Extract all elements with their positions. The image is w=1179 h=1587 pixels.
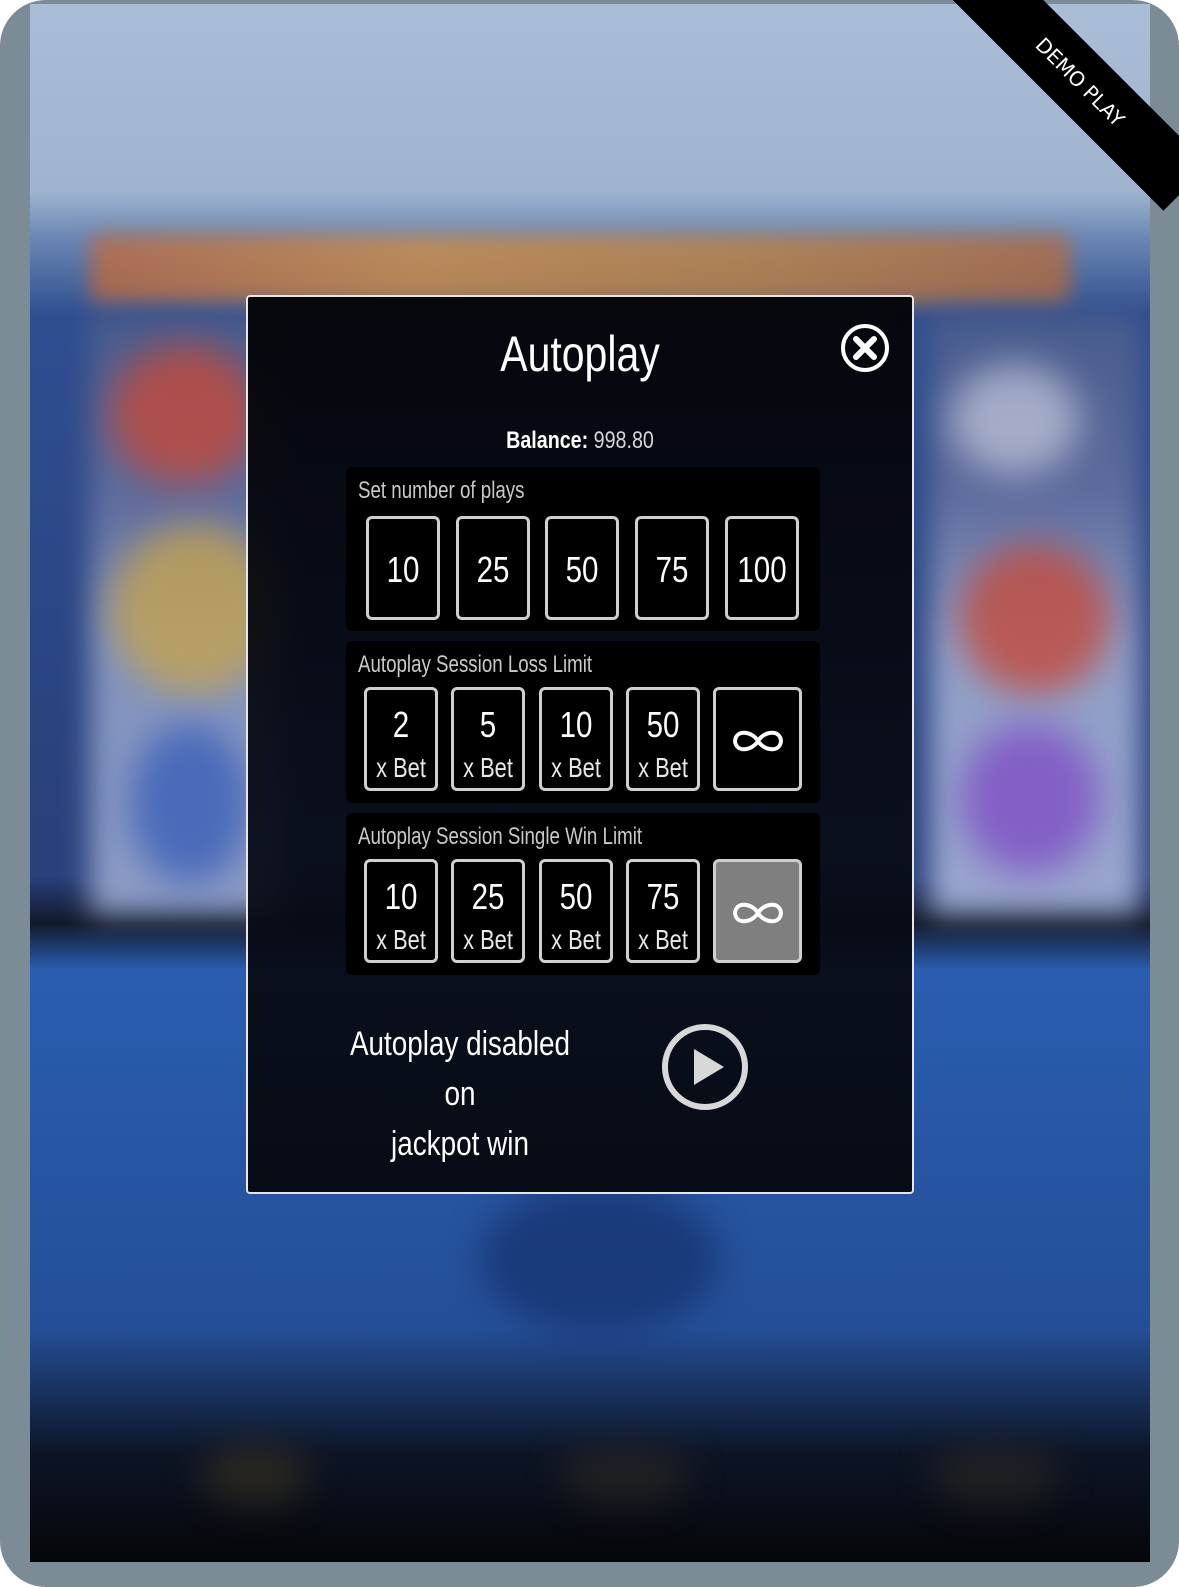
- autoplay-dialog: Autoplay Balance: 998.80 Set number of p…: [246, 295, 914, 1194]
- spin-button-shadow: [480, 1184, 720, 1334]
- plays-option-10[interactable]: 10: [366, 516, 440, 620]
- plays-section: Set number of plays 10 25 50 75 100: [346, 467, 820, 631]
- bottom-bar-right: [930, 1444, 1060, 1504]
- start-autoplay-button[interactable]: [660, 1022, 750, 1112]
- plays-option-25[interactable]: 25: [456, 516, 530, 620]
- infinity-icon: [732, 730, 784, 752]
- balance-display: Balance: 998.80: [308, 427, 852, 455]
- loss-limit-section-label: Autoplay Session Loss Limit: [358, 651, 593, 678]
- win-limit-section-label: Autoplay Session Single Win Limit: [358, 823, 643, 850]
- balance-value: 998.80: [593, 427, 654, 454]
- win-limit-section: Autoplay Session Single Win Limit 10 x B…: [346, 813, 820, 975]
- symbol-red-x-left: [110, 344, 260, 484]
- win-limit-option-25[interactable]: 25 x Bet: [451, 859, 525, 963]
- plays-option-75[interactable]: 75: [635, 516, 709, 620]
- symbol-blue-left: [130, 724, 250, 884]
- win-limit-option-75[interactable]: 75 x Bet: [626, 859, 700, 963]
- plays-option-100[interactable]: 100: [725, 516, 799, 620]
- plays-option-50[interactable]: 50: [545, 516, 619, 620]
- bottom-bar-center: [560, 1444, 690, 1504]
- game-title-banner: [90, 234, 1070, 304]
- dialog-title: Autoplay: [500, 326, 660, 382]
- win-limit-option-infinite[interactable]: [713, 859, 802, 963]
- close-circle-icon: [841, 324, 889, 372]
- balance-label: Balance:: [506, 427, 589, 454]
- infinity-icon: [732, 902, 784, 924]
- loss-limit-option-5[interactable]: 5 x Bet: [451, 687, 525, 791]
- jackpot-notice: Autoplay disabled on jackpot win: [345, 1019, 575, 1169]
- jackpot-notice-line2: jackpot win: [391, 1125, 529, 1163]
- close-button[interactable]: [840, 323, 890, 373]
- device-frame: DEMO PLAY Autoplay Balance: 998.80 Set n…: [0, 0, 1179, 1587]
- win-limit-option-10[interactable]: 10 x Bet: [364, 859, 438, 963]
- symbol-red-x-right: [960, 544, 1110, 694]
- symbol-purple-right: [960, 724, 1100, 874]
- loss-limit-option-2[interactable]: 2 x Bet: [364, 687, 438, 791]
- loss-limit-option-infinite[interactable]: [713, 687, 802, 791]
- plays-section-label: Set number of plays: [358, 477, 525, 504]
- symbol-white-right: [950, 364, 1080, 474]
- loss-limit-option-10[interactable]: 10 x Bet: [539, 687, 613, 791]
- bottom-bar-left: [200, 1444, 310, 1504]
- play-circle-icon: [662, 1024, 748, 1110]
- loss-limit-option-50[interactable]: 50 x Bet: [626, 687, 700, 791]
- jackpot-notice-line1: Autoplay disabled on: [349, 1025, 571, 1113]
- loss-limit-section: Autoplay Session Loss Limit 2 x Bet 5 x …: [346, 641, 820, 803]
- win-limit-option-50[interactable]: 50 x Bet: [539, 859, 613, 963]
